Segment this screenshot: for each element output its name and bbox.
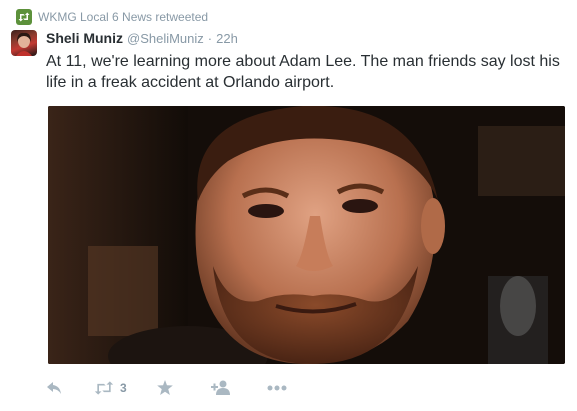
avatar[interactable] — [11, 30, 37, 56]
author-handle[interactable]: @SheliMuniz — [127, 31, 204, 46]
retweet-button[interactable]: 3 — [94, 381, 127, 395]
retweet-count: 3 — [120, 380, 127, 395]
retweet-icon — [94, 380, 114, 395]
reply-icon — [46, 381, 62, 395]
tweet-text: At 11, we're learning more about Adam Le… — [46, 53, 560, 91]
favorite-button[interactable] — [156, 380, 173, 395]
tweet-header: Sheli Muniz @SheliMuniz · 22h — [46, 30, 238, 46]
tweet-timestamp[interactable]: 22h — [216, 31, 238, 46]
retweet-icon — [16, 9, 32, 25]
add-user-icon — [210, 380, 231, 395]
separator-dot: · — [207, 31, 213, 46]
follow-button[interactable] — [210, 380, 231, 395]
retweeter-link[interactable]: WKMG Local 6 News retweeted — [38, 10, 208, 24]
tweet-photo[interactable] — [48, 106, 565, 364]
tweet-actions: 3 — [46, 380, 287, 395]
reply-button[interactable] — [46, 381, 62, 395]
retweet-context: WKMG Local 6 News retweeted — [16, 9, 208, 25]
more-button[interactable] — [267, 385, 287, 391]
photo-man-face — [48, 106, 565, 364]
star-icon — [156, 380, 173, 395]
author-name[interactable]: Sheli Muniz — [46, 30, 123, 46]
more-icon — [267, 385, 287, 391]
